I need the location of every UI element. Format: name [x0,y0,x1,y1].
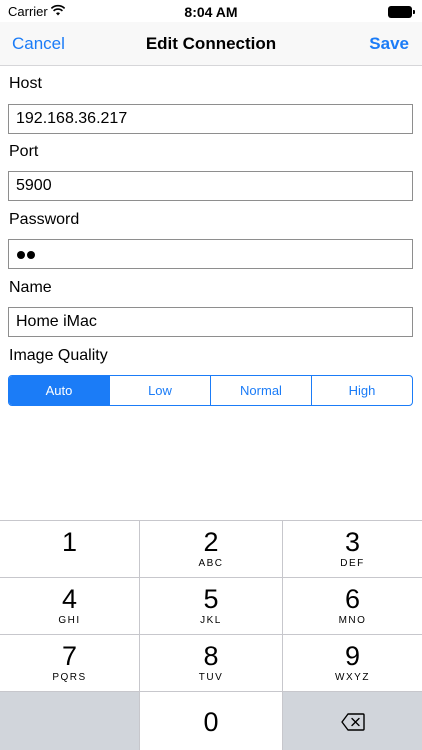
password-dot [17,251,25,259]
host-label: Host [9,75,42,92]
key-letters: TUV [198,672,224,683]
key-letters: JKL [200,615,222,626]
battery-icon [388,6,416,18]
port-label: Port [9,143,39,160]
key-number: 3 [344,527,361,557]
key-2[interactable]: 2 ABC [140,521,283,578]
key-letters: MNO [338,615,367,626]
key-letters: GHI [58,615,81,626]
image-quality-label: Image Quality [9,347,108,364]
key-number: 9 [344,641,361,671]
key-1[interactable]: 1 [0,521,140,578]
key-number: 4 [61,584,78,614]
key-blank [0,692,140,750]
number-keypad: 1 2 ABC 3 DEF 4 GHI 5 JKL 6 MNO 7 PQRS 8… [0,520,422,750]
key-9[interactable]: 9 WXYZ [283,635,422,692]
key-number: 1 [61,527,78,557]
segment-low[interactable]: Low [110,376,211,405]
name-field[interactable] [8,307,413,337]
key-4[interactable]: 4 GHI [0,578,140,635]
key-0[interactable]: 0 [140,692,283,750]
status-bar: Carrier 8:04 AM [0,0,422,22]
key-letters: ABC [198,558,224,569]
password-field[interactable] [8,239,413,269]
port-field[interactable] [8,171,413,201]
segment-normal[interactable]: Normal [211,376,312,405]
key-number: 2 [203,527,219,557]
host-field[interactable] [8,104,413,134]
page-title: Edit Connection [145,34,277,53]
image-quality-segmented-control: Auto Low Normal High [8,375,413,406]
key-letters: WXYZ [335,672,370,683]
key-3[interactable]: 3 DEF [283,521,422,578]
key-number: 8 [203,641,219,671]
key-number: 5 [203,584,219,614]
password-dot [27,251,35,259]
password-label: Password [9,211,80,228]
navigation-bar: Cancel Edit Connection Save [0,22,422,66]
key-number: 7 [61,641,78,671]
key-5[interactable]: 5 JKL [140,578,283,635]
save-button[interactable]: Save [369,34,409,54]
key-number: 0 [203,706,219,737]
status-time: 8:04 AM [184,4,238,20]
key-8[interactable]: 8 TUV [140,635,283,692]
backspace-icon [340,712,365,731]
segment-auto[interactable]: Auto [9,376,110,405]
name-label: Name [9,279,52,296]
delete-key[interactable] [283,692,422,750]
key-number: 6 [344,584,361,614]
key-letters: PQRS [52,672,87,683]
key-letters: DEF [340,558,365,569]
segment-high[interactable]: High [312,376,412,405]
key-7[interactable]: 7 PQRS [0,635,140,692]
key-6[interactable]: 6 MNO [283,578,422,635]
